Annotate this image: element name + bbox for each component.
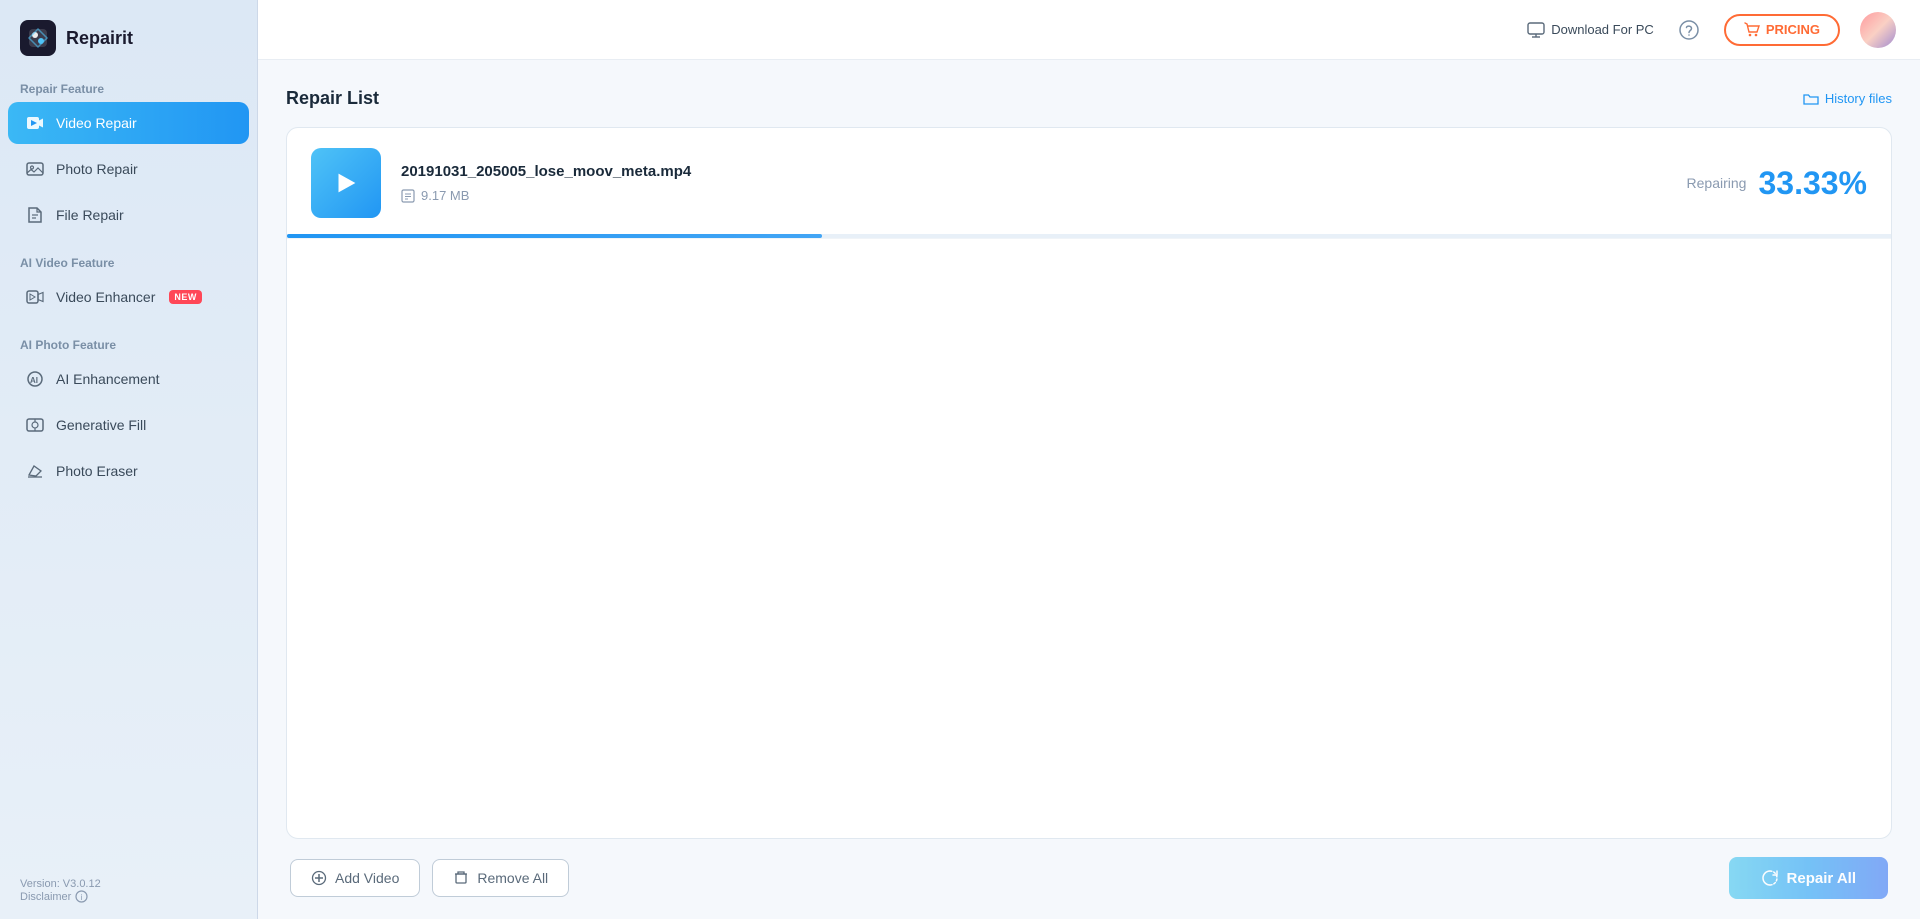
ai-photo-section: AI Photo Feature — [0, 330, 257, 356]
history-files-btn[interactable]: History files — [1803, 91, 1892, 107]
play-icon — [331, 168, 361, 198]
progress-percent: 33.33% — [1758, 165, 1867, 202]
video-enhancer-icon — [24, 286, 46, 308]
pricing-btn[interactable]: PRICING — [1724, 14, 1840, 46]
cart-icon — [1744, 22, 1760, 38]
app-logo: Repairit — [0, 0, 257, 74]
repair-list-area: 20191031_205005_lose_moov_meta.mp4 9.17 … — [286, 127, 1892, 839]
add-video-label: Add Video — [335, 870, 399, 886]
video-repair-label: Video Repair — [56, 115, 137, 131]
remove-all-button[interactable]: Remove All — [432, 859, 569, 897]
file-name: 20191031_205005_lose_moov_meta.mp4 — [401, 163, 1687, 180]
photo-repair-icon — [24, 158, 46, 180]
photo-eraser-label: Photo Eraser — [56, 463, 138, 479]
ai-enhancement-icon: AI — [24, 368, 46, 390]
main-area: Download For PC PRICING Repair List — [258, 0, 1920, 919]
repair-list-title: Repair List — [286, 88, 379, 109]
sidebar-item-ai-enhancement[interactable]: AI AI Enhancement — [8, 358, 249, 400]
generative-fill-label: Generative Fill — [56, 417, 146, 433]
download-for-pc-btn[interactable]: Download For PC — [1527, 21, 1654, 39]
repair-all-button[interactable]: Repair All — [1729, 857, 1888, 899]
trash-icon — [453, 870, 469, 886]
remove-all-label: Remove All — [477, 870, 548, 886]
file-repair-label: File Repair — [56, 207, 124, 223]
progress-bar-container — [287, 234, 1891, 238]
disclaimer-label: Disclaimer — [20, 891, 71, 903]
svg-text:AI: AI — [30, 376, 38, 385]
sidebar-item-generative-fill[interactable]: Generative Fill — [8, 404, 249, 446]
sidebar-item-photo-eraser[interactable]: Photo Eraser — [8, 450, 249, 492]
sidebar: Repairit Repair Feature Video Repair Pho… — [0, 0, 258, 919]
logo-icon — [20, 20, 56, 56]
photo-eraser-icon — [24, 460, 46, 482]
add-icon — [311, 870, 327, 886]
user-avatar[interactable] — [1860, 12, 1896, 48]
video-enhancer-label: Video Enhancer — [56, 289, 155, 305]
sidebar-item-file-repair[interactable]: File Repair — [8, 194, 249, 236]
repair-icon — [1761, 869, 1779, 887]
sidebar-footer: Version: V3.0.12 Disclaimer i — [0, 862, 257, 919]
file-info: 20191031_205005_lose_moov_meta.mp4 9.17 … — [401, 163, 1687, 203]
progress-bar-fill — [287, 234, 822, 238]
pricing-label: PRICING — [1766, 22, 1820, 37]
add-video-button[interactable]: Add Video — [290, 859, 420, 897]
repair-all-label: Repair All — [1787, 870, 1856, 887]
history-files-label: History files — [1825, 91, 1892, 106]
svg-text:i: i — [81, 893, 83, 902]
file-size-value: 9.17 MB — [421, 188, 469, 203]
header: Download For PC PRICING — [258, 0, 1920, 60]
folder-icon — [1803, 91, 1819, 107]
file-thumbnail — [311, 148, 381, 218]
toolbar: Add Video Remove All Repair A — [286, 857, 1892, 899]
version-text: Version: V3.0.12 — [20, 878, 237, 890]
generative-fill-icon — [24, 414, 46, 436]
new-badge: NEW — [169, 290, 202, 304]
download-label: Download For PC — [1551, 22, 1654, 37]
file-item: 20191031_205005_lose_moov_meta.mp4 9.17 … — [287, 128, 1891, 239]
file-status-area: Repairing 33.33% — [1687, 165, 1867, 202]
monitor-icon — [1527, 21, 1545, 39]
repair-feature-section: Repair Feature — [0, 74, 257, 100]
photo-repair-label: Photo Repair — [56, 161, 138, 177]
file-repair-icon — [24, 204, 46, 226]
ai-enhancement-label: AI Enhancement — [56, 371, 160, 387]
toolbar-left: Add Video Remove All — [290, 859, 569, 897]
ai-video-section: AI Video Feature — [0, 248, 257, 274]
content-header: Repair List History files — [286, 88, 1892, 109]
sidebar-item-video-repair[interactable]: Video Repair — [8, 102, 249, 144]
file-size-icon — [401, 189, 415, 203]
repairing-label: Repairing — [1687, 175, 1747, 191]
video-repair-icon — [24, 112, 46, 134]
help-btn[interactable] — [1674, 15, 1704, 45]
disclaimer-btn[interactable]: Disclaimer i — [20, 890, 237, 903]
sidebar-item-photo-repair[interactable]: Photo Repair — [8, 148, 249, 190]
file-size: 9.17 MB — [401, 188, 1687, 203]
content-area: Repair List History files 20191031_20500… — [258, 60, 1920, 919]
app-name: Repairit — [66, 28, 133, 49]
sidebar-item-video-enhancer[interactable]: Video Enhancer NEW — [8, 276, 249, 318]
